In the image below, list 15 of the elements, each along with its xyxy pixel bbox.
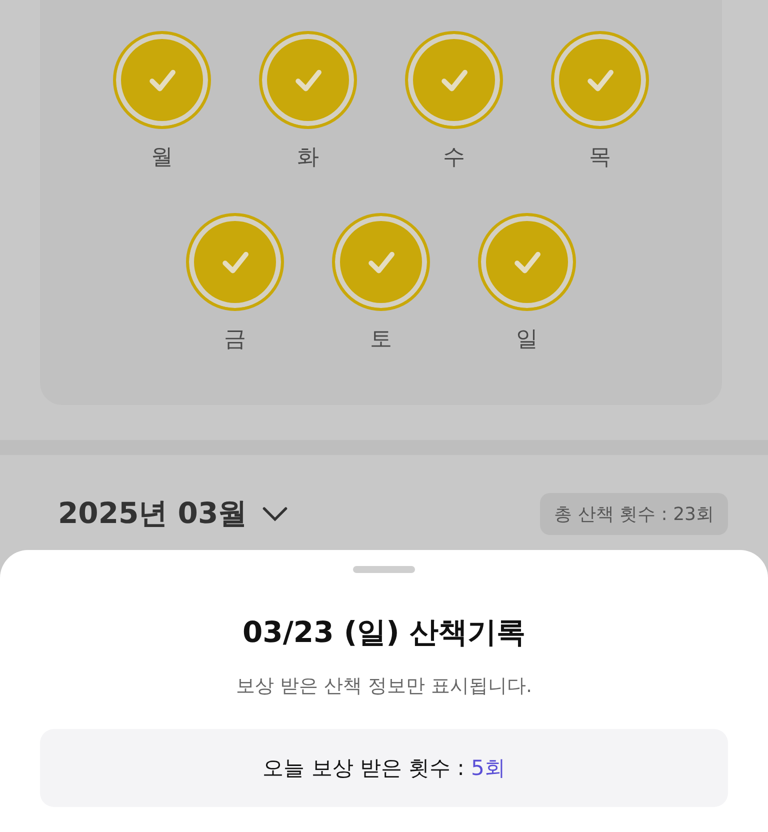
sheet-subtitle: 보상 받은 산책 정보만 표시됩니다.: [236, 674, 532, 699]
drag-handle[interactable]: [353, 566, 415, 573]
day-label: 수: [443, 144, 465, 172]
day-label: 토: [370, 326, 392, 354]
reward-count-value: 5회: [471, 755, 506, 782]
chevron-down-icon: [261, 505, 290, 523]
day-label: 월: [151, 144, 173, 172]
day-label: 목: [589, 144, 611, 172]
day-label: 금: [224, 326, 246, 354]
total-walks-badge: 총 산책 횟수 : 23회: [540, 493, 728, 535]
reward-count-label: 오늘 보상 받은 횟수 :: [262, 755, 466, 782]
sheet-title: 03/23 (일) 산책기록: [242, 614, 526, 651]
day-label: 화: [297, 144, 319, 172]
month-selector[interactable]: 2025년 03월: [58, 494, 290, 534]
day-label: 일: [516, 326, 538, 354]
